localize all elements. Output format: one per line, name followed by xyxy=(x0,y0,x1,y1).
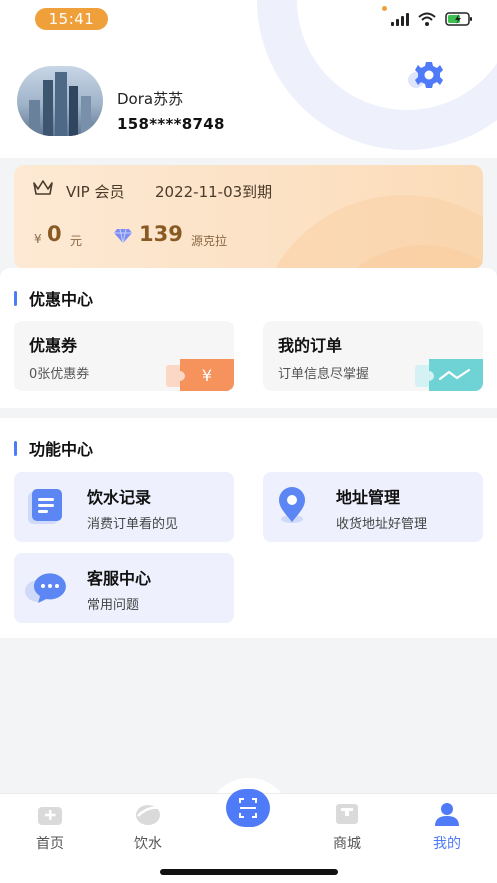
address-management-tile[interactable]: 地址管理 收货地址好管理 xyxy=(263,472,483,542)
battery-icon xyxy=(445,12,472,26)
points-value: 139 xyxy=(139,222,183,246)
water-record-tile[interactable]: 饮水记录 消费订单看的见 xyxy=(14,472,234,542)
coupon-ticket-icon: ¥ xyxy=(166,359,234,391)
tab-home[interactable]: 首页 xyxy=(20,802,80,853)
status-time: 15:41 xyxy=(35,8,108,30)
status-bar: 15:41 xyxy=(0,0,497,40)
tab-home-label: 首页 xyxy=(36,836,64,852)
address-management-title: 地址管理 xyxy=(336,488,401,507)
shop-icon xyxy=(336,804,358,824)
tab-mall[interactable]: 商城 xyxy=(317,802,377,853)
discount-center-section: 优惠中心 优惠券 0张优惠券 ¥ 我的订单 订单信息尽掌握 xyxy=(0,268,497,408)
orders-ticket-icon xyxy=(415,359,483,391)
balance-value: 0 xyxy=(47,222,62,246)
function-center-section: 功能中心 饮水记录 消费订单看的见 地址管理 收货地址好管理 客服中心 常用问题 xyxy=(0,418,497,638)
crown-icon xyxy=(33,180,53,195)
tab-water-label: 饮水 xyxy=(134,836,162,852)
customer-service-tile[interactable]: 客服中心 常用问题 xyxy=(14,553,234,623)
currency-symbol: ¥ xyxy=(34,232,42,246)
signal-icon xyxy=(391,12,409,26)
coupon-yen-symbol: ¥ xyxy=(202,366,212,385)
orders-tile[interactable]: 我的订单 订单信息尽掌握 xyxy=(263,321,483,391)
coupon-title: 优惠券 xyxy=(29,336,78,355)
address-management-subtitle: 收货地址好管理 xyxy=(336,517,428,532)
location-pin-icon xyxy=(279,487,305,523)
vip-card[interactable]: VIP 会员 2022-11-03到期 ¥ 0 元 139 源克拉 xyxy=(14,165,483,269)
privacy-indicator xyxy=(382,6,387,11)
discount-center-title: 优惠中心 xyxy=(14,286,93,310)
water-icon xyxy=(136,805,161,825)
scan-icon xyxy=(239,798,257,818)
water-record-title: 饮水记录 xyxy=(87,488,152,507)
document-icon xyxy=(28,489,62,524)
user-name: Dora苏苏 xyxy=(117,90,184,108)
settings-button[interactable] xyxy=(406,60,446,94)
chat-bubble-icon xyxy=(25,573,66,603)
vip-expire-date: 2022-11-03到期 xyxy=(155,183,273,201)
orders-subtitle: 订单信息尽掌握 xyxy=(278,367,370,382)
discount-center-title-text: 优惠中心 xyxy=(29,290,94,309)
balance-unit: 元 xyxy=(70,234,83,248)
customer-service-title: 客服中心 xyxy=(87,569,152,588)
tab-water[interactable]: 饮水 xyxy=(118,802,178,853)
avatar[interactable] xyxy=(17,66,103,136)
home-icon xyxy=(38,807,62,825)
tab-mine[interactable]: 我的 xyxy=(417,802,477,853)
scan-button[interactable] xyxy=(226,789,270,827)
orders-title: 我的订单 xyxy=(278,336,343,355)
function-center-title-text: 功能中心 xyxy=(29,440,94,459)
tab-mall-label: 商城 xyxy=(333,836,361,852)
vip-label: VIP 会员 xyxy=(66,183,125,201)
points-unit: 源克拉 xyxy=(191,234,228,248)
gear-icon xyxy=(408,62,443,88)
coupon-tile[interactable]: 优惠券 0张优惠券 ¥ xyxy=(14,321,234,391)
coupon-subtitle: 0张优惠券 xyxy=(29,367,90,382)
water-record-subtitle: 消费订单看的见 xyxy=(87,517,179,532)
wifi-icon xyxy=(418,12,436,26)
section-accent-bar xyxy=(14,440,17,456)
function-center-title: 功能中心 xyxy=(14,436,93,460)
diamond-icon xyxy=(114,228,132,244)
tab-mine-label: 我的 xyxy=(433,836,461,852)
home-indicator xyxy=(160,869,338,875)
section-accent-bar xyxy=(14,290,17,306)
customer-service-subtitle: 常用问题 xyxy=(87,598,140,613)
profile-icon xyxy=(435,803,459,826)
user-phone: 158****8748 xyxy=(117,115,225,133)
